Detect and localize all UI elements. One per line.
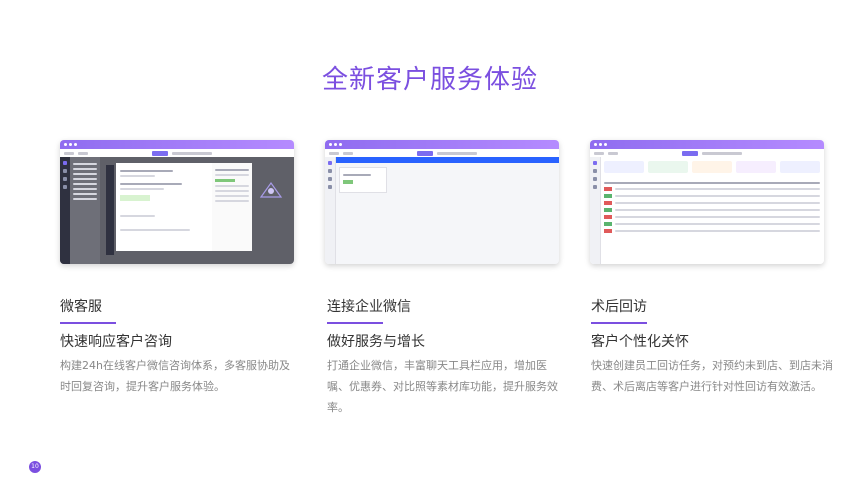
title-underline [591,322,647,324]
feature-subtitle: 做好服务与增长 [327,334,425,350]
window-dot-icon [64,143,67,146]
page-title: 全新客户服务体验 [321,65,538,96]
feature-title: 微客服 [60,299,102,315]
feature-subtitle: 客户个性化关怀 [591,334,689,350]
window-dot-icon [339,143,342,146]
feature-wechat-service: 微客服 快速响应客户咨询 构建24h在线客户微信咨询体系，多客服协助及时回复咨询… [60,298,300,397]
window-dot-icon [329,143,332,146]
side-nav [325,157,336,264]
side-nav [60,157,70,264]
feature-description: 快速创建员工回访任务，对预约未到店、到店未消费、术后离店等客户进行针对性回访有效… [591,359,833,393]
contact-list [70,157,100,264]
window-dot-icon [599,143,602,146]
chat-workspace [60,157,294,264]
feature-subtitle: 快速响应客户咨询 [60,334,172,350]
customer-info-panel [212,163,252,251]
window-titlebar [325,140,559,149]
screenshot-wechat-service [60,140,294,264]
followup-workspace [590,157,824,264]
title-underline [60,322,116,324]
window-titlebar [590,140,824,149]
followup-table [604,179,820,260]
chat-panel [116,163,212,251]
page-number: 10 [29,461,41,473]
material-card [339,167,387,193]
feature-title: 术后回访 [591,299,647,315]
app-header-bar [336,157,559,163]
screenshot-enterprise-wechat [325,140,559,264]
illustration-icon [256,175,286,205]
title-underline [327,322,383,324]
feature-description: 构建24h在线客户微信咨询体系，多客服协助及时回复咨询，提升客户服务体验。 [60,359,290,393]
enterprise-workspace [325,157,559,264]
window-dot-icon [334,143,337,146]
feature-followup: 术后回访 客户个性化关怀 快速创建员工回访任务，对预约未到店、到店未消费、术后离… [591,298,841,397]
screenshot-followup [590,140,824,264]
feature-title: 连接企业微信 [327,299,411,315]
stat-cards [604,161,820,173]
window-dot-icon [69,143,72,146]
chat-window-nav [106,165,114,255]
window-dot-icon [74,143,77,146]
window-dot-icon [604,143,607,146]
window-titlebar [60,140,294,149]
side-nav [590,157,601,264]
feature-description: 打通企业微信，丰富聊天工具栏应用，增加医嘱、优惠券、对比照等素材库功能，提升服务… [327,359,558,414]
feature-enterprise-wechat: 连接企业微信 做好服务与增长 打通企业微信，丰富聊天工具栏应用，增加医嘱、优惠券… [327,298,567,418]
window-dot-icon [594,143,597,146]
